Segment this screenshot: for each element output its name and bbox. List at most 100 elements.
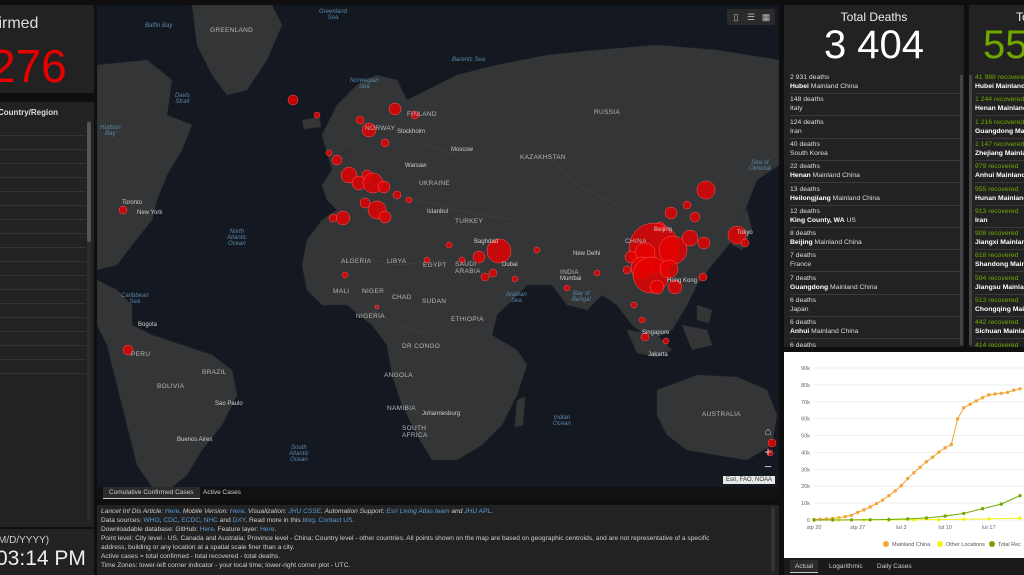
deaths-list-item[interactable]: 12 deaths King County, WA US xyxy=(790,206,960,228)
case-marker[interactable] xyxy=(377,180,391,194)
deaths-list-item[interactable]: 148 deaths Italy xyxy=(790,94,960,117)
case-marker[interactable] xyxy=(740,238,750,248)
tab-cumulative-confirmed[interactable]: Cumulative Confirmed Cases xyxy=(103,487,200,499)
recovered-list-item[interactable]: 594 recovered Jiangsu Mainla xyxy=(975,273,1024,295)
info-link[interactable]: Contact US xyxy=(319,517,353,524)
country-row[interactable] xyxy=(0,290,86,304)
case-marker[interactable] xyxy=(118,205,128,215)
case-marker[interactable] xyxy=(622,265,632,275)
case-marker[interactable] xyxy=(696,180,716,200)
case-marker[interactable] xyxy=(659,259,679,279)
recovered-list-item[interactable]: 1 147 recovered Zhejiang Mainla xyxy=(975,139,1024,161)
info-scrollbar[interactable] xyxy=(771,507,775,571)
basemap-gallery-icon[interactable]: ▦ xyxy=(761,12,771,22)
case-marker[interactable] xyxy=(630,301,638,309)
info-link[interactable]: Here xyxy=(260,526,274,533)
recovered-list-item[interactable]: 1 216 recoveredGuangdong Main xyxy=(975,117,1024,139)
deaths-scrollbar[interactable] xyxy=(960,75,963,345)
country-row[interactable] xyxy=(0,178,86,192)
info-link[interactable]: Here xyxy=(165,508,179,515)
info-link[interactable]: NHC xyxy=(204,517,218,524)
case-marker[interactable] xyxy=(664,206,678,220)
country-row[interactable] xyxy=(0,220,86,234)
case-marker[interactable] xyxy=(378,210,392,224)
case-marker[interactable] xyxy=(698,272,708,282)
tab-active-cases[interactable]: Active Cases xyxy=(197,487,247,499)
info-link[interactable]: WHO xyxy=(144,517,160,524)
recovered-list-item[interactable]: 414 recovered xyxy=(975,340,1024,347)
info-link[interactable]: Here xyxy=(200,526,214,533)
case-marker[interactable] xyxy=(689,211,701,223)
country-row[interactable] xyxy=(0,164,86,178)
recovered-list-item[interactable]: 979 recovered Anhui Mainland xyxy=(975,161,1024,184)
country-row[interactable] xyxy=(0,346,86,360)
case-marker[interactable] xyxy=(313,111,321,119)
case-marker[interactable] xyxy=(359,197,371,209)
case-marker[interactable] xyxy=(511,275,519,283)
country-row[interactable] xyxy=(0,150,86,164)
list-icon[interactable]: ☰ xyxy=(746,12,756,22)
case-marker[interactable] xyxy=(328,213,338,223)
case-marker[interactable] xyxy=(331,154,343,166)
recovered-list-item[interactable]: 955 recovered Hunan Mainland xyxy=(975,184,1024,206)
case-marker[interactable] xyxy=(593,269,601,277)
deaths-list-item[interactable]: 7 deaths France xyxy=(790,250,960,273)
case-marker[interactable] xyxy=(682,200,692,210)
tab-actual[interactable]: Actual xyxy=(790,560,819,573)
deaths-list-item[interactable]: 13 deaths Heilongjiang Mainland China xyxy=(790,184,960,206)
deaths-list-item[interactable]: 22 deaths Henan Mainland China xyxy=(790,161,960,184)
case-marker[interactable] xyxy=(681,229,699,247)
info-link[interactable]: Here xyxy=(230,508,244,515)
deaths-list-item[interactable]: 8 deaths Beijing Mainland China xyxy=(790,228,960,251)
country-row[interactable] xyxy=(0,318,86,332)
recovered-list-item[interactable]: 513 recovered Chongqing Mai xyxy=(975,295,1024,317)
info-link[interactable]: blog xyxy=(303,517,315,524)
info-link[interactable]: DXY xyxy=(233,517,246,524)
case-marker[interactable] xyxy=(697,236,711,250)
case-marker[interactable] xyxy=(392,190,402,200)
deaths-list-item[interactable]: 2 931 deaths Hubei Mainland China xyxy=(790,72,960,94)
case-marker[interactable] xyxy=(638,316,646,324)
info-link[interactable]: CDC xyxy=(163,517,177,524)
info-link[interactable]: JHU APL xyxy=(464,508,491,515)
info-link[interactable]: JHU CSSE xyxy=(288,508,321,515)
country-row[interactable] xyxy=(0,304,86,318)
country-row[interactable] xyxy=(0,136,86,150)
country-row[interactable] xyxy=(0,262,86,276)
case-marker[interactable] xyxy=(341,271,349,279)
case-marker[interactable] xyxy=(380,138,390,148)
case-marker[interactable] xyxy=(374,304,380,310)
country-row[interactable] xyxy=(0,206,86,220)
deaths-list-item[interactable]: 6 deaths Anhui Mainland China xyxy=(790,317,960,340)
country-row[interactable] xyxy=(0,360,86,374)
case-marker[interactable] xyxy=(325,149,333,157)
recovered-list-item[interactable]: 442 recovered Sichuan Mainla xyxy=(975,317,1024,340)
country-row[interactable] xyxy=(0,248,86,262)
case-marker[interactable] xyxy=(480,272,490,282)
recovered-list-item[interactable]: 908 recovered Jiangxi Mainlan xyxy=(975,228,1024,251)
world-map[interactable]: GREENLAND Greenland Sea Baffin Bay Davis St… xyxy=(97,5,779,487)
case-marker[interactable] xyxy=(662,337,670,345)
case-marker[interactable] xyxy=(388,102,402,116)
country-row[interactable] xyxy=(0,234,86,248)
case-marker[interactable] xyxy=(649,279,665,295)
country-row[interactable] xyxy=(0,276,86,290)
deaths-list-item[interactable]: 7 deaths Guangdong Mainland China xyxy=(790,273,960,295)
home-icon[interactable]: ⌂ xyxy=(761,425,775,439)
deaths-list-item[interactable]: 6 deaths Japan xyxy=(790,295,960,317)
case-marker[interactable] xyxy=(287,94,299,106)
recovered-list-item[interactable]: 618 recovered Shandong Main xyxy=(975,250,1024,273)
case-marker[interactable] xyxy=(533,246,541,254)
country-list-scroll-thumb[interactable] xyxy=(87,122,91,242)
recovered-scrollbar[interactable] xyxy=(969,75,972,345)
recovered-list-item[interactable]: 1 244 recovered Henan Mainland xyxy=(975,94,1024,117)
country-row[interactable] xyxy=(0,192,86,206)
tab-daily-cases[interactable]: Daily Cases xyxy=(872,560,917,573)
case-marker[interactable] xyxy=(335,210,351,226)
case-marker[interactable] xyxy=(488,268,498,278)
case-marker[interactable] xyxy=(445,241,453,249)
case-marker[interactable] xyxy=(355,115,365,125)
zoom-in-button[interactable]: + xyxy=(761,445,775,459)
info-link[interactable]: ECDC xyxy=(181,517,200,524)
info-link[interactable]: Esri Living Atlas team xyxy=(386,508,449,515)
